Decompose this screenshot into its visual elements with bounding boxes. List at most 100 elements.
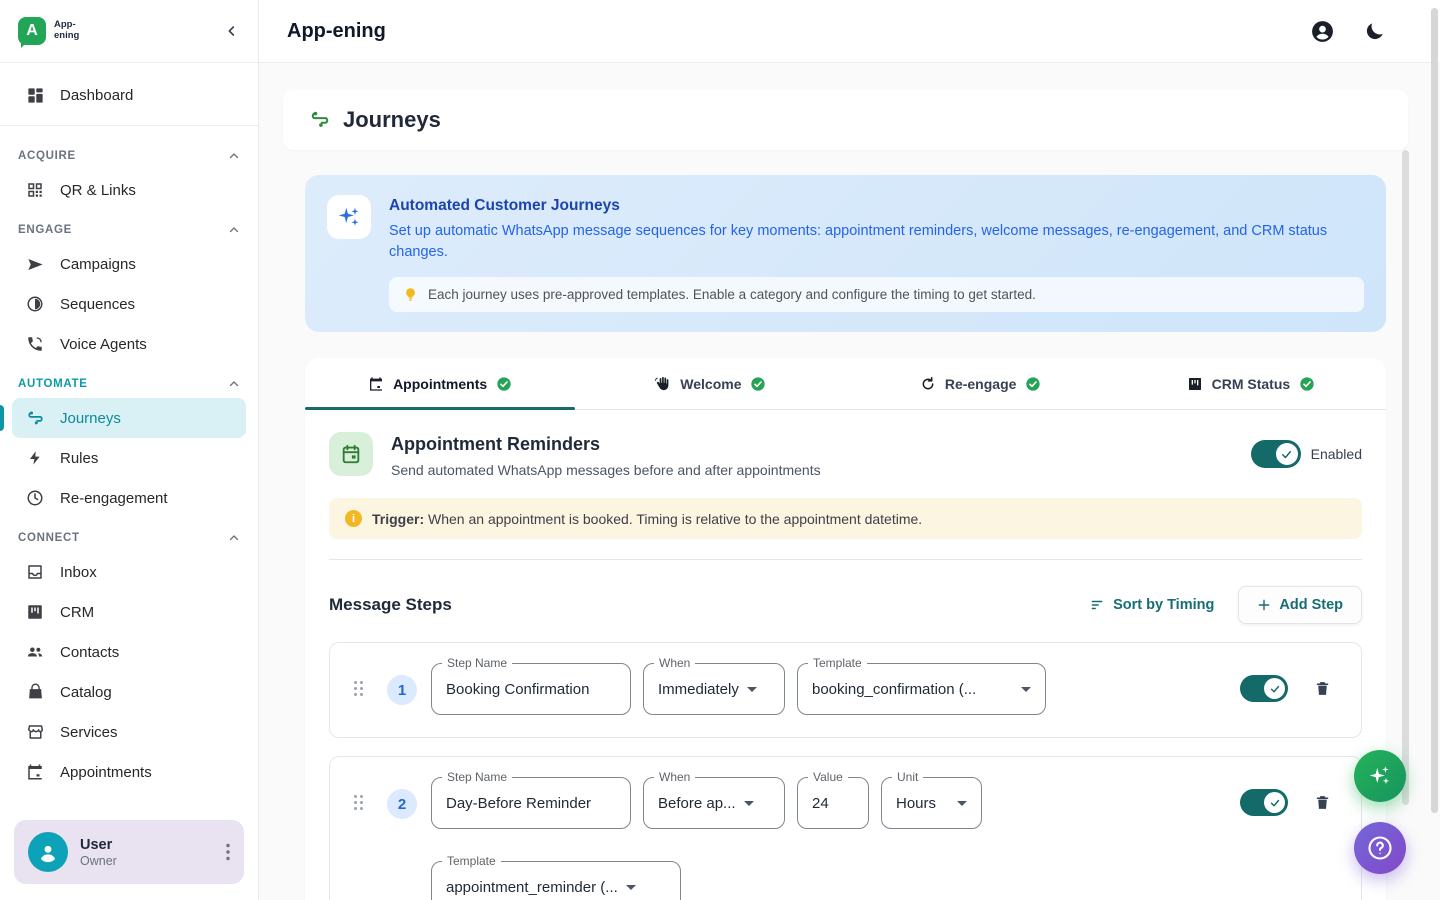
toggle-label: Enabled [1311,446,1362,462]
drag-handle-icon[interactable] [354,795,363,810]
chevron-down-icon [957,801,967,806]
journeys-tabs-card: Appointments Welcome [305,358,1386,900]
phone-icon [24,335,46,353]
sidebar-item-voice-agents[interactable]: Voice Agents [12,324,246,364]
sidebar-header: A App-ening [0,0,258,63]
chevron-up-icon [228,378,240,390]
tab-welcome[interactable]: Welcome [575,358,845,409]
sidebar-item-campaigns[interactable]: Campaigns [12,244,246,284]
template-select[interactable]: Template appointment_reminder (... [431,861,681,900]
account-circle-icon[interactable] [1310,19,1335,44]
plus-icon [1257,598,1271,612]
when-select[interactable]: When Immediately [643,663,785,715]
sidebar-item-journeys[interactable]: Journeys [12,398,246,438]
check-circle-icon [1299,376,1315,392]
dark-mode-moon-icon[interactable] [1363,20,1386,43]
kanban-icon [24,603,46,621]
delete-step-icon[interactable] [1314,793,1331,812]
tab-appointments[interactable]: Appointments [305,358,575,409]
unit-select[interactable]: Unit Hours [881,777,982,829]
add-step-button[interactable]: Add Step [1238,586,1362,624]
calendar-icon [24,763,46,781]
sidebar-item-label: Inbox [60,564,97,581]
page-scrollbar[interactable] [1431,8,1438,813]
steps-header: Message Steps Sort by Timing Add Step [329,586,1362,624]
template-select[interactable]: Template booking_confirmation (... [797,663,1046,715]
tab-crm-status[interactable]: CRM Status [1116,358,1386,409]
panel-titles: Appointment Reminders Send automated Wha… [391,432,821,478]
step-number-badge: 2 [387,789,417,819]
wave-hand-icon [654,375,671,392]
when-select[interactable]: When Before ap... [643,777,785,829]
value-input[interactable]: Value 24 [797,777,869,829]
drag-handle-icon[interactable] [354,681,363,696]
divider [0,125,258,126]
sidebar-item-label: Sequences [60,296,135,313]
sidebar-item-label: Voice Agents [60,336,147,353]
section-automate[interactable]: AUTOMATE [12,364,246,398]
lightning-icon [24,449,46,467]
sidebar-nav: Dashboard ACQUIRE QR & Links ENGAGE Camp… [0,63,258,810]
sidebar-item-catalog[interactable]: Catalog [12,672,246,712]
tabs-row: Appointments Welcome [305,358,1386,410]
trigger-banner: i Trigger: When an appointment is booked… [329,498,1362,539]
step-toggle[interactable] [1240,789,1288,816]
step-toggle[interactable] [1240,675,1288,702]
half-circle-icon [24,295,46,313]
sidebar-item-label: Dashboard [60,87,133,104]
sidebar-item-dashboard[interactable]: Dashboard [12,75,246,115]
banner-text: Automated Customer Journeys Set up autom… [389,195,1364,263]
sort-by-timing-button[interactable]: Sort by Timing [1089,597,1214,613]
sidebar-item-label: Contacts [60,644,119,661]
kanban-icon [1187,376,1203,392]
check-circle-icon [1025,376,1041,392]
chevron-down-icon [1021,687,1031,692]
sidebar-item-services[interactable]: Services [12,712,246,752]
calendar-icon [368,376,384,392]
enabled-toggle[interactable] [1251,440,1301,468]
step-name-input[interactable]: Step Name Booking Confirmation [431,663,631,715]
calendar-icon [329,432,373,476]
inbox-icon [24,563,46,581]
chevron-up-icon [228,224,240,236]
sidebar-item-contacts[interactable]: Contacts [12,632,246,672]
check-circle-icon [750,376,766,392]
sidebar-item-qr-links[interactable]: QR & Links [12,170,246,210]
bag-icon [24,683,46,701]
sidebar-item-label: Journeys [60,410,121,427]
sidebar-collapse-icon[interactable] [224,23,240,39]
content: Journeys Automated Customer Journeys Set… [259,63,1440,900]
content-scrollbar[interactable] [1402,150,1409,805]
section-engage[interactable]: ENGAGE [12,210,246,244]
sidebar-item-appointments[interactable]: Appointments [12,752,246,792]
info-icon: i [345,510,362,527]
help-fab[interactable] [1354,822,1406,874]
sidebar-item-label: Catalog [60,684,112,701]
delete-step-icon[interactable] [1314,679,1331,698]
dots-vertical-icon[interactable] [226,843,230,861]
ai-sparkles-fab[interactable] [1354,750,1406,802]
section-connect[interactable]: CONNECT [12,518,246,552]
storefront-icon [24,723,46,741]
sidebar-item-crm[interactable]: CRM [12,592,246,632]
step-name-input[interactable]: Step Name Day-Before Reminder [431,777,631,829]
main-area: App-ening Journeys Automated Customer [259,0,1440,900]
section-acquire[interactable]: ACQUIRE [12,136,246,170]
send-icon [24,255,46,274]
sidebar-item-label: QR & Links [60,182,136,199]
app-logo-icon: A [18,17,46,45]
chevron-down-icon [744,801,754,806]
user-info: User Owner [80,837,117,868]
panel-subtitle: Send automated WhatsApp messages before … [391,462,821,478]
step-row-1: 1 Step Name Booking Confirmation When Im… [329,642,1362,738]
sidebar-item-re-engagement[interactable]: Re-engagement [12,478,246,518]
sidebar-item-sequences[interactable]: Sequences [12,284,246,324]
user-card[interactable]: User Owner [14,820,244,884]
sidebar-item-rules[interactable]: Rules [12,438,246,478]
sidebar-item-inbox[interactable]: Inbox [12,552,246,592]
clock-icon [24,489,46,507]
dashboard-grid-icon [24,86,46,105]
chevron-up-icon [228,150,240,162]
page-title: Journeys [343,107,441,133]
tab-re-engage[interactable]: Re-engage [846,358,1116,409]
